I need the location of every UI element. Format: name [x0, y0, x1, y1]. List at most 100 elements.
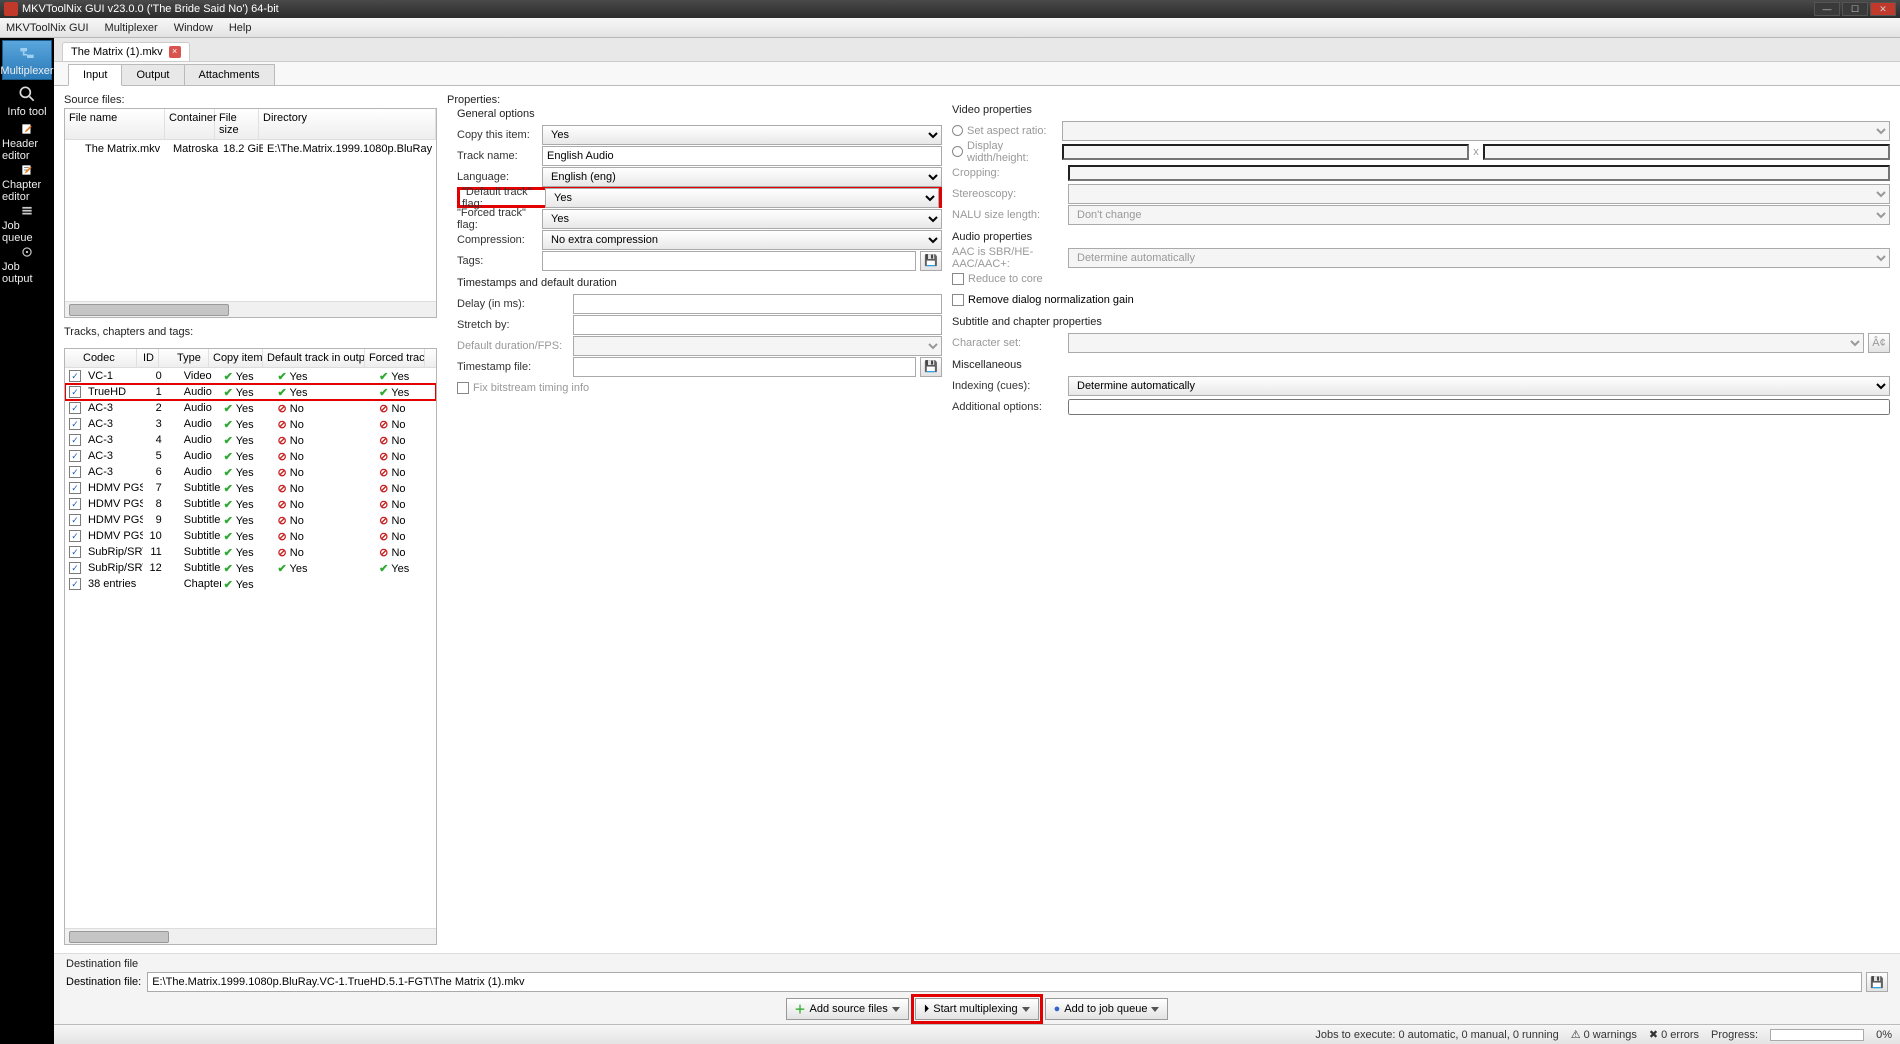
col-forced[interactable]: Forced track	[365, 349, 425, 367]
track-row[interactable]: SubRip/SRT11Subtitles✔ Yes⊘ No⊘ No	[65, 544, 436, 560]
aspect-select	[1062, 121, 1890, 141]
sidebar-chaptereditor[interactable]: Chapter editor	[2, 163, 52, 203]
timestamp-file-browse-button[interactable]: 💾	[920, 357, 942, 377]
sidebar-multiplexer[interactable]: Multiplexer	[2, 40, 52, 80]
track-checkbox[interactable]	[69, 514, 81, 526]
col-type[interactable]: Type	[159, 349, 209, 367]
sidebar-joboutput[interactable]: Job output	[2, 245, 52, 285]
sidebar-item-label: Chapter editor	[2, 179, 52, 203]
track-checkbox[interactable]	[69, 546, 81, 558]
track-row[interactable]: AC-35Audio✔ Yes⊘ No⊘ No	[65, 448, 436, 464]
track-checkbox[interactable]	[69, 530, 81, 542]
track-checkbox[interactable]	[69, 418, 81, 430]
language-select[interactable]: English (eng)	[542, 167, 942, 187]
forced-track-label: "Forced track" flag:	[457, 207, 542, 231]
track-checkbox[interactable]	[69, 370, 81, 382]
dispw-input	[1062, 144, 1469, 160]
delay-input[interactable]	[573, 294, 942, 314]
track-row[interactable]: HDMV PGS7Subtitles✔ Yes⊘ No⊘ No	[65, 480, 436, 496]
type-icon	[168, 481, 180, 493]
track-row[interactable]: AC-36Audio✔ Yes⊘ No⊘ No	[65, 464, 436, 480]
maximize-button[interactable]: ☐	[1842, 2, 1868, 16]
menu-gui[interactable]: MKVToolNix GUI	[6, 22, 89, 34]
sidebar-infotool[interactable]: Info tool	[2, 81, 52, 121]
file-tab[interactable]: The Matrix (1).mkv ×	[62, 42, 190, 61]
subtitle-props-header: Subtitle and chapter properties	[952, 316, 1890, 328]
track-checkbox[interactable]	[69, 466, 81, 478]
source-file-row[interactable]: The Matrix.mkv Matroska 18.2 GiB E:\The.…	[65, 140, 436, 158]
track-row[interactable]: SubRip/SRT12Subtitles✔ Yes✔ Yes✔ Yes	[65, 560, 436, 576]
track-row[interactable]: AC-32Audio✔ Yes⊘ No⊘ No	[65, 400, 436, 416]
tab-attachments[interactable]: Attachments	[184, 64, 275, 86]
col-filesize[interactable]: File size	[215, 109, 259, 139]
language-label: Language:	[457, 171, 542, 183]
col-default[interactable]: Default track in output	[263, 349, 365, 367]
track-checkbox[interactable]	[69, 386, 81, 398]
track-checkbox[interactable]	[69, 562, 81, 574]
add-to-job-queue-button[interactable]: ●Add to job queue	[1045, 998, 1169, 1020]
file-tab-close-icon[interactable]: ×	[169, 46, 181, 58]
col-directory[interactable]: Directory	[259, 109, 436, 139]
sidebar-jobqueue[interactable]: Job queue	[2, 204, 52, 244]
general-options-label: General options	[457, 108, 942, 120]
tracks-hscroll[interactable]	[65, 928, 436, 944]
track-row[interactable]: HDMV PGS9Subtitles✔ Yes⊘ No⊘ No	[65, 512, 436, 528]
tags-input[interactable]	[542, 251, 916, 271]
track-row[interactable]: HDMV PGS10Subtitles✔ Yes⊘ No⊘ No	[65, 528, 436, 544]
stretch-input[interactable]	[573, 315, 942, 335]
forced-track-select[interactable]: Yes	[542, 209, 942, 229]
menu-multiplexer[interactable]: Multiplexer	[105, 22, 158, 34]
tab-output[interactable]: Output	[121, 64, 184, 86]
type-icon	[168, 369, 180, 381]
col-container[interactable]: Container	[165, 109, 215, 139]
tab-input[interactable]: Input	[68, 64, 122, 86]
add-source-files-button[interactable]: ＋Add source files	[786, 998, 909, 1020]
track-row[interactable]: AC-33Audio✔ Yes⊘ No⊘ No	[65, 416, 436, 432]
destination-input[interactable]	[147, 972, 1862, 992]
remove-dialnorm-checkbox[interactable]	[952, 294, 964, 306]
source-files-hscroll[interactable]	[65, 301, 436, 317]
compression-label: Compression:	[457, 234, 542, 246]
track-checkbox[interactable]	[69, 578, 81, 590]
menu-help[interactable]: Help	[229, 22, 252, 34]
track-row[interactable]: AC-34Audio✔ Yes⊘ No⊘ No	[65, 432, 436, 448]
col-copy[interactable]: Copy item	[209, 349, 263, 367]
track-checkbox[interactable]	[69, 450, 81, 462]
destination-browse-button[interactable]: 💾	[1866, 972, 1888, 992]
timestamp-file-input[interactable]	[573, 357, 916, 377]
track-checkbox[interactable]	[69, 498, 81, 510]
sidebar-item-label: Job output	[2, 261, 52, 285]
tracks-label: Tracks, chapters and tags:	[64, 326, 437, 338]
dispwh-radio	[952, 146, 963, 157]
tags-browse-button[interactable]: 💾	[920, 251, 942, 271]
track-row[interactable]: VC-10Video✔ Yes✔ Yes✔ Yes	[65, 368, 436, 384]
compression-select[interactable]: No extra compression	[542, 230, 942, 250]
stereo-select	[1068, 184, 1890, 204]
start-multiplexing-button[interactable]: ⏵Start multiplexing	[915, 998, 1039, 1020]
delay-label: Delay (in ms):	[457, 298, 573, 310]
close-button[interactable]: ✕	[1870, 2, 1896, 16]
track-checkbox[interactable]	[69, 482, 81, 494]
trackname-input[interactable]	[542, 146, 942, 166]
dropdown-icon	[1022, 1007, 1030, 1012]
col-filename[interactable]: File name	[65, 109, 165, 139]
track-checkbox[interactable]	[69, 434, 81, 446]
tracks-list[interactable]: Codec ID Type Copy item Default track in…	[64, 348, 437, 945]
menu-window[interactable]: Window	[174, 22, 213, 34]
col-codec[interactable]: Codec	[65, 349, 137, 367]
source-files-list[interactable]: File name Container File size Directory …	[64, 108, 437, 318]
destination-header: Destination file	[66, 958, 1888, 970]
info-icon	[17, 84, 37, 104]
reduce-core-label: Reduce to core	[968, 273, 1043, 285]
default-track-select[interactable]: Yes	[545, 188, 939, 208]
copy-item-select[interactable]: Yes	[542, 125, 942, 145]
addl-options-input[interactable]	[1068, 399, 1890, 415]
track-row[interactable]: HDMV PGS8Subtitles✔ Yes⊘ No⊘ No	[65, 496, 436, 512]
minimize-button[interactable]: —	[1814, 2, 1840, 16]
indexing-select[interactable]: Determine automatically	[1068, 376, 1890, 396]
track-row[interactable]: 38 entriesChapters✔ Yes	[65, 576, 436, 592]
track-checkbox[interactable]	[69, 402, 81, 414]
track-row[interactable]: TrueHD1Audio✔ Yes✔ Yes✔ Yes	[65, 384, 436, 400]
sidebar-headereditor[interactable]: Header editor	[2, 122, 52, 162]
col-id[interactable]: ID	[137, 349, 159, 367]
